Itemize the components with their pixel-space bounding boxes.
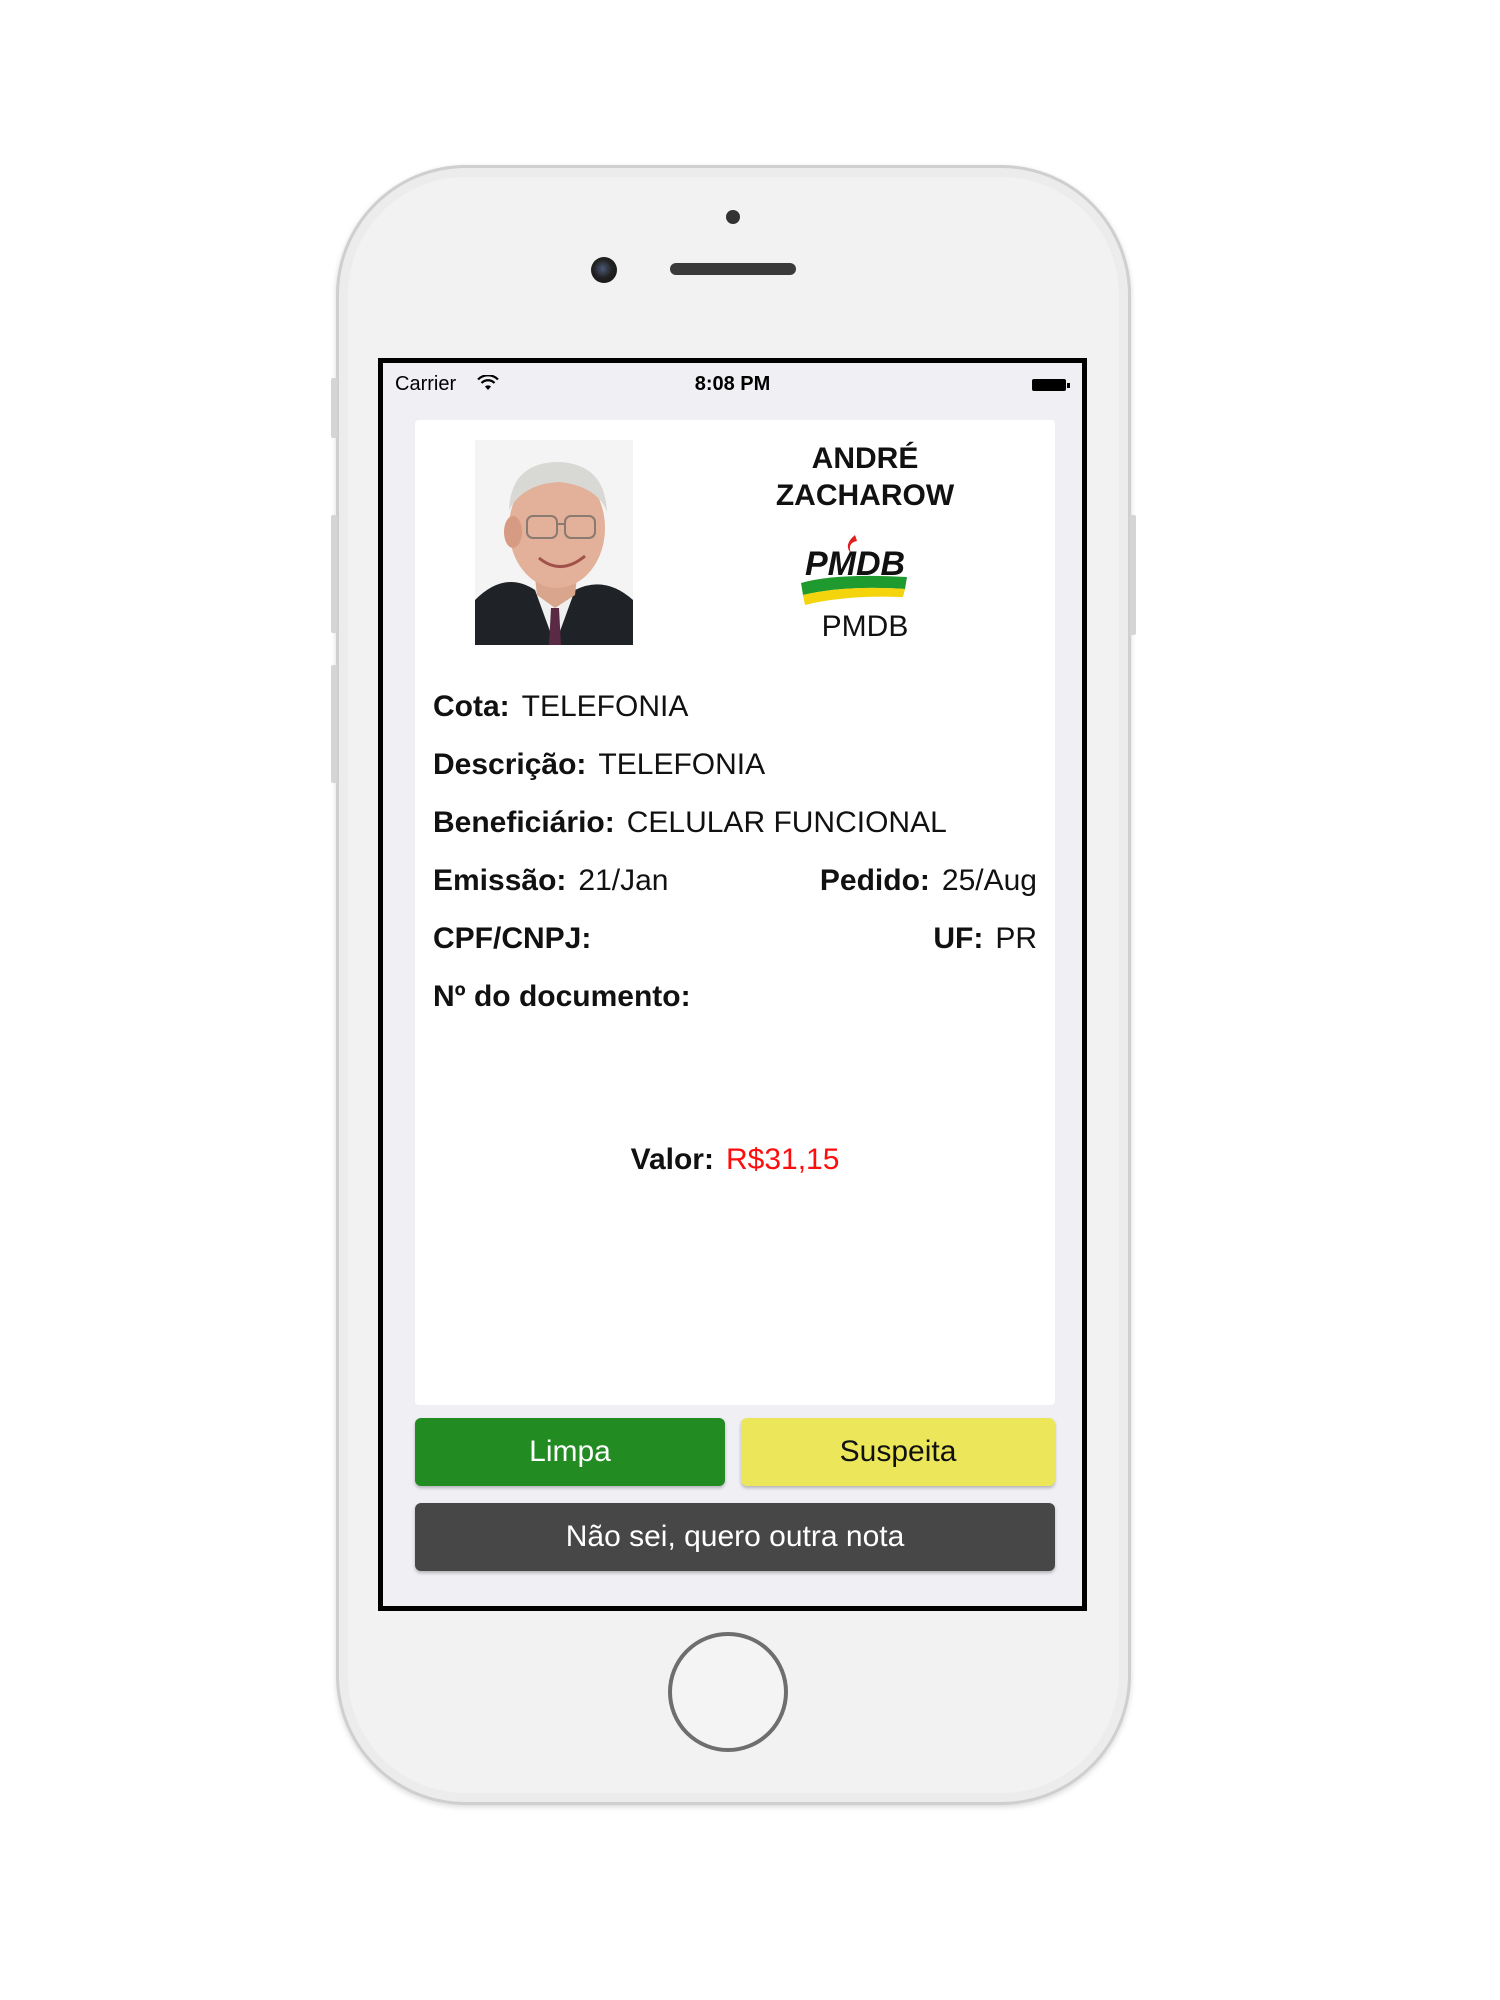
volume-down-button bbox=[331, 665, 337, 783]
politician-name-line1: ANDRÉ bbox=[811, 442, 919, 475]
beneficiario-row: Beneficiário: CELULAR FUNCIONAL bbox=[433, 806, 947, 840]
phone-screen: Carrier 8:08 PM ANDRÉ ZACHAROW PMDB PMDB… bbox=[378, 358, 1087, 1611]
party-logo-icon: PMDB bbox=[801, 535, 907, 605]
cota-row: Cota: TELEFONIA bbox=[433, 690, 688, 724]
suspeita-button[interactable]: Suspeita bbox=[741, 1418, 1055, 1486]
party-logo-text: PMDB bbox=[805, 545, 905, 583]
proximity-sensor bbox=[726, 210, 740, 224]
app-screen: Carrier 8:08 PM ANDRÉ ZACHAROW PMDB PMDB… bbox=[383, 363, 1082, 1606]
descricao-label: Descrição: bbox=[433, 748, 587, 781]
descricao-row: Descrição: TELEFONIA bbox=[433, 748, 765, 782]
cota-label: Cota: bbox=[433, 690, 510, 723]
outra-nota-button[interactable]: Não sei, quero outra nota bbox=[415, 1503, 1055, 1571]
valor-row: Valor: R$31,15 bbox=[415, 1143, 1055, 1177]
pedido-value: 25/Aug bbox=[941, 864, 1037, 897]
documento-label: Nº do documento: bbox=[433, 980, 691, 1013]
pedido-label: Pedido: bbox=[819, 864, 930, 897]
uf-label: UF: bbox=[933, 922, 984, 955]
expense-card: ANDRÉ ZACHAROW PMDB PMDB Cota: TELEFONIA … bbox=[415, 420, 1055, 1405]
documento-row: Nº do documento: bbox=[433, 980, 703, 1014]
emissao-label: Emissão: bbox=[433, 864, 567, 897]
uf-value: PR bbox=[995, 922, 1037, 955]
valor-value: R$31,15 bbox=[725, 1143, 840, 1176]
mute-switch bbox=[331, 378, 337, 438]
beneficiario-label: Beneficiário: bbox=[433, 806, 615, 839]
politician-name-line2: ZACHAROW bbox=[775, 479, 955, 512]
emissao-row: Emissão: 21/Jan bbox=[433, 864, 668, 898]
party-name: PMDB bbox=[821, 610, 909, 643]
power-button bbox=[1130, 515, 1136, 635]
front-camera-icon bbox=[591, 257, 617, 283]
uf-row: UF: PR bbox=[933, 922, 1037, 956]
cpf-cnpj-label: CPF/CNPJ: bbox=[433, 922, 592, 955]
cpf-cnpj-row: CPF/CNPJ: bbox=[433, 922, 603, 956]
volume-up-button bbox=[331, 515, 337, 633]
pedido-row: Pedido: 25/Aug bbox=[820, 864, 1037, 898]
descricao-value: TELEFONIA bbox=[598, 748, 766, 781]
battery-icon bbox=[1032, 379, 1070, 391]
beneficiario-value: CELULAR FUNCIONAL bbox=[626, 806, 947, 839]
home-button[interactable] bbox=[668, 1632, 788, 1752]
emissao-value: 21/Jan bbox=[578, 864, 669, 897]
portrait-photo bbox=[475, 440, 633, 645]
limpa-button[interactable]: Limpa bbox=[415, 1418, 725, 1486]
status-bar: Carrier 8:08 PM bbox=[383, 363, 1082, 399]
cota-value: TELEFONIA bbox=[521, 690, 689, 723]
avatar bbox=[475, 440, 633, 645]
status-time: 8:08 PM bbox=[694, 373, 771, 395]
valor-label: Valor: bbox=[630, 1143, 714, 1176]
earpiece-speaker bbox=[670, 263, 796, 275]
